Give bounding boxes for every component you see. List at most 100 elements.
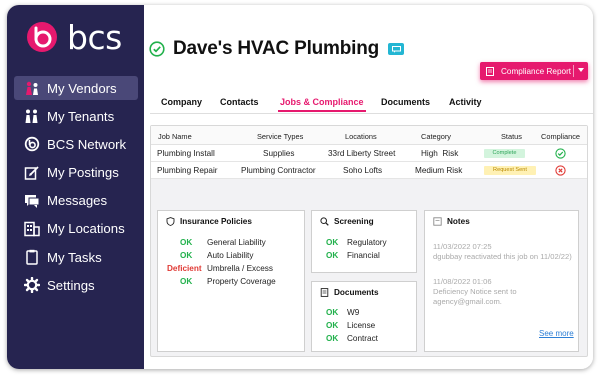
policy-name: Umbrella / Excess (207, 264, 273, 273)
page-header: Dave's HVAC Plumbing (149, 38, 405, 60)
table-row[interactable]: Plumbing Install Supplies 33rd Liberty S… (151, 145, 587, 162)
policy-name: General Liability (207, 238, 266, 247)
policy-status: Deficient (167, 264, 202, 273)
documents-panel: Documents OK W9 OK License OK Contract (311, 281, 417, 352)
insurance-title-label: Insurance Policies (180, 217, 252, 226)
column-header-compliance: Compliance (541, 132, 581, 141)
job-name: Plumbing Repair (157, 166, 218, 175)
gear-icon (23, 276, 41, 294)
tab-bar: Company Contacts Jobs & Compliance Docum… (144, 97, 593, 114)
magnifier-icon (320, 217, 329, 226)
see-more-link[interactable]: See more (539, 329, 574, 338)
status-badge: Request Sent (484, 166, 536, 175)
note-entry: 11/08/2022 01:06 Deficiency Notice sent … (433, 277, 573, 307)
document-status: OK (326, 308, 339, 317)
category: High Risk (421, 149, 459, 158)
brand-name: bcs (67, 17, 122, 57)
network-icon (23, 135, 41, 153)
sidebar-item-label: My Postings (47, 165, 119, 181)
check-icon (555, 148, 566, 159)
sidebar-item-my-tenants[interactable]: My Tenants (14, 104, 138, 128)
bcs-logo[interactable]: bcs (25, 17, 122, 57)
sidebar-nav: My Vendors My Tenants BCS Network My Pos… (14, 76, 138, 302)
column-header-job-name: Job Name (158, 132, 192, 141)
verified-check-icon (149, 41, 165, 57)
policy-status: OK (180, 238, 193, 247)
note-text: dgubbay reactivated this job on 11/02/22… (433, 252, 572, 261)
service-type: Plumbing Contractor (241, 166, 316, 175)
sidebar-item-label: My Locations (47, 221, 125, 237)
policy-status: OK (180, 277, 193, 286)
note-date: 11/08/2022 01:06 (433, 277, 492, 286)
screening-title-label: Screening (334, 217, 374, 226)
table-header: Job Name Service Types Locations Categor… (151, 126, 587, 145)
page-title: Dave's HVAC Plumbing (173, 38, 380, 59)
postings-icon (23, 164, 41, 182)
messages-icon (23, 192, 41, 210)
sidebar-item-label: My Tasks (47, 249, 102, 265)
note-icon (433, 217, 442, 226)
documents-panel-title: Documents (320, 288, 379, 297)
policy-name: Auto Liability (207, 251, 254, 260)
chat-button[interactable] (388, 43, 405, 55)
policy-status: OK (180, 251, 193, 260)
document-name: Contract (347, 334, 378, 343)
column-header-service-types: Service Types (257, 132, 304, 141)
screening-status: OK (326, 238, 339, 247)
note-entry: 11/03/2022 07:25 dgubbay reactivated thi… (433, 242, 573, 262)
bcs-logo-mark-icon (27, 22, 57, 52)
column-header-locations: Locations (345, 132, 377, 141)
location: Soho Lofts (343, 166, 383, 175)
status-badge: Complete (484, 149, 525, 158)
chevron-down-icon[interactable] (578, 68, 584, 72)
app-window: bcs My Vendors My Tenants BCS Network My… (7, 5, 593, 369)
column-header-status: Status (501, 132, 522, 141)
jobs-compliance-panel: Job Name Service Types Locations Categor… (150, 125, 588, 357)
notes-panel: Notes 11/03/2022 07:25 dgubbay reactivat… (424, 210, 579, 352)
note-date: 11/03/2022 07:25 (433, 242, 492, 251)
location: 33rd Liberty Street (328, 149, 396, 158)
sidebar-item-my-postings[interactable]: My Postings (14, 161, 138, 185)
insurance-policies-panel: Insurance Policies OK General Liability … (157, 210, 305, 352)
insurance-panel-title: Insurance Policies (166, 217, 252, 226)
document-icon (320, 288, 329, 297)
tab-contacts[interactable]: Contacts (220, 97, 259, 107)
document-name: W9 (347, 308, 360, 317)
screening-name: Financial (347, 251, 380, 260)
sidebar-item-messages[interactable]: Messages (14, 189, 138, 213)
sidebar-item-label: My Tenants (47, 108, 115, 124)
sidebar-item-my-tasks[interactable]: My Tasks (14, 245, 138, 269)
sidebar-item-label: My Vendors (47, 80, 117, 96)
notes-title-label: Notes (447, 217, 470, 226)
tasks-icon (23, 248, 41, 266)
compliance-report-label: Compliance Report (501, 66, 572, 76)
x-icon (555, 165, 566, 176)
shield-icon (166, 217, 175, 226)
tab-activity[interactable]: Activity (449, 97, 482, 107)
sidebar-item-my-vendors[interactable]: My Vendors (14, 76, 138, 100)
tab-documents[interactable]: Documents (381, 97, 430, 107)
documents-title-label: Documents (334, 288, 379, 297)
document-status: OK (326, 321, 339, 330)
vendors-icon (23, 79, 41, 97)
category: Medium Risk (415, 166, 463, 175)
tab-company[interactable]: Company (161, 97, 202, 107)
sidebar-item-my-locations[interactable]: My Locations (14, 217, 138, 241)
sidebar-item-bcs-network[interactable]: BCS Network (14, 132, 138, 156)
tab-jobs-compliance[interactable]: Jobs & Compliance (278, 97, 366, 112)
sidebar-item-label: Messages (47, 193, 108, 209)
notes-panel-title: Notes (433, 217, 470, 226)
sidebar-item-settings[interactable]: Settings (14, 273, 138, 297)
tab-divider (150, 113, 593, 114)
table-row[interactable]: Plumbing Repair Plumbing Contractor Soho… (151, 162, 587, 179)
compliance-report-button[interactable]: Compliance Report (480, 62, 588, 80)
screening-panel: Screening OK Regulatory OK Financial (311, 210, 417, 273)
jobs-table: Job Name Service Types Locations Categor… (151, 126, 587, 179)
screening-name: Regulatory (347, 238, 387, 247)
vendor-detail-card: Dave's HVAC Plumbing Compliance Report C… (144, 5, 593, 369)
note-text: Deficiency Notice sent to agency@gmail.c… (433, 287, 517, 306)
button-divider (573, 65, 574, 77)
service-type: Supplies (263, 149, 295, 158)
policy-name: Property Coverage (207, 277, 276, 286)
screening-status: OK (326, 251, 339, 260)
